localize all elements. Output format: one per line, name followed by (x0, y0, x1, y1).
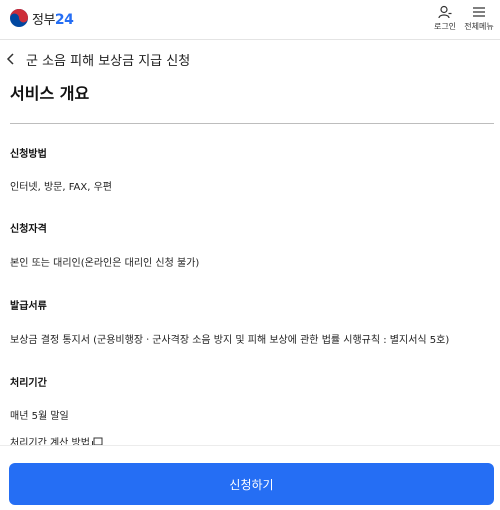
back-arrow-icon[interactable] (5, 52, 17, 66)
page-title: 군 소음 피해 보상금 지급 신청 (26, 54, 191, 69)
item-value-documents: 보상금 결정 통지서 (군용비행장ㆍ군사격장 소음 방지 및 피해 보상에 관한… (10, 335, 450, 346)
login-label: 로그인 (433, 22, 457, 31)
item-label-period: 처리기간 (10, 378, 47, 389)
item-label-eligibility: 신청자격 (10, 224, 47, 235)
item-label-documents: 발급서류 (10, 301, 47, 312)
menu-label: 전체메뉴 (464, 22, 494, 31)
logo-text: 정부24 (32, 11, 74, 28)
item-value-eligibility: 본인 또는 대리인(온라인은 대리인 신청 불가) (10, 258, 200, 269)
header: 정부24 로그인 전체메뉴 (0, 0, 500, 40)
bottom-bar: 신청하기 (0, 445, 500, 510)
subheader: 군 소음 피해 보상금 지급 신청 (0, 46, 500, 72)
item-label-method: 신청방법 (10, 149, 47, 160)
apply-button[interactable]: 신청하기 (9, 463, 494, 505)
divider (10, 123, 494, 124)
login-button[interactable]: 로그인 (432, 5, 458, 32)
item-value-period: 매년 5월 말일 (10, 411, 69, 422)
menu-button[interactable]: 전체메뉴 (462, 5, 496, 32)
section-title: 서비스 개요 (10, 84, 90, 103)
hamburger-icon (473, 7, 485, 17)
item-value-method: 인터넷, 방문, FAX, 우편 (10, 182, 112, 193)
user-icon (438, 5, 452, 19)
taegeuk-icon (10, 9, 28, 27)
gov24-logo[interactable]: 정부24 (9, 8, 74, 28)
